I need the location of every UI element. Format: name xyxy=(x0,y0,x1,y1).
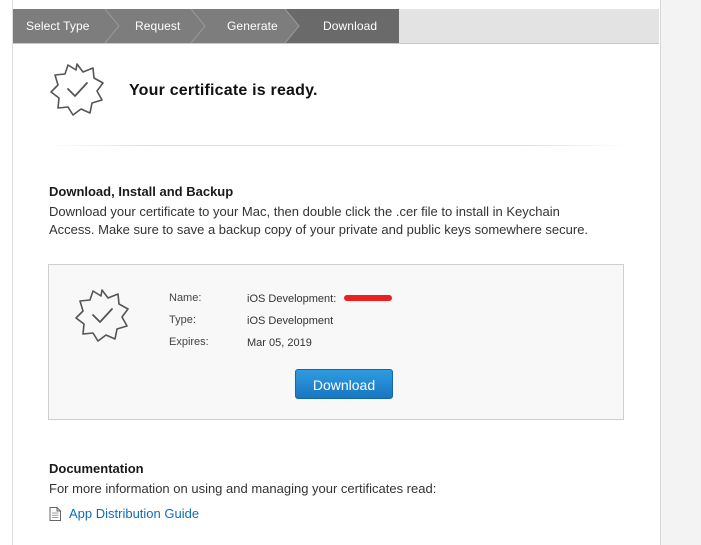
type-value: iOS Development xyxy=(247,315,334,327)
download-section-title: Download, Install and Backup xyxy=(49,184,234,199)
page-title: Your certificate is ready. xyxy=(129,82,318,99)
page-gutter xyxy=(660,0,701,545)
step-request: Request xyxy=(135,19,181,33)
section-divider xyxy=(48,145,628,146)
type-label: Type: xyxy=(169,314,196,326)
step-generate: Generate xyxy=(227,19,278,33)
download-button[interactable]: Download xyxy=(295,369,393,399)
name-value: iOS Development: xyxy=(247,293,337,305)
app-distribution-guide-link[interactable]: App Distribution Guide xyxy=(69,506,199,521)
certificate-badge-icon xyxy=(50,63,104,116)
name-label: Name: xyxy=(169,292,202,304)
download-description-line-2: Access. Make sure to save a backup copy … xyxy=(49,222,589,237)
redaction-mark xyxy=(344,295,392,301)
documentation-description: For more information on using and managi… xyxy=(49,481,437,496)
step-download: Download xyxy=(323,19,378,33)
expires-label: Expires: xyxy=(169,336,209,348)
content-left-border xyxy=(12,0,13,545)
download-section-description: Download your certificate to your Mac, t… xyxy=(49,203,609,239)
progress-steps: Select Type Request Generate Download xyxy=(13,9,659,44)
certificate-icon xyxy=(75,289,129,342)
expires-value: Mar 05, 2019 xyxy=(247,337,312,349)
certificate-panel: Name: iOS Development: Type: iOS Develop… xyxy=(48,264,624,420)
document-icon xyxy=(49,507,61,521)
documentation-title: Documentation xyxy=(49,461,144,476)
download-description-line-1: Download your certificate to your Mac, t… xyxy=(49,204,560,219)
step-select-type: Select Type xyxy=(26,19,90,33)
